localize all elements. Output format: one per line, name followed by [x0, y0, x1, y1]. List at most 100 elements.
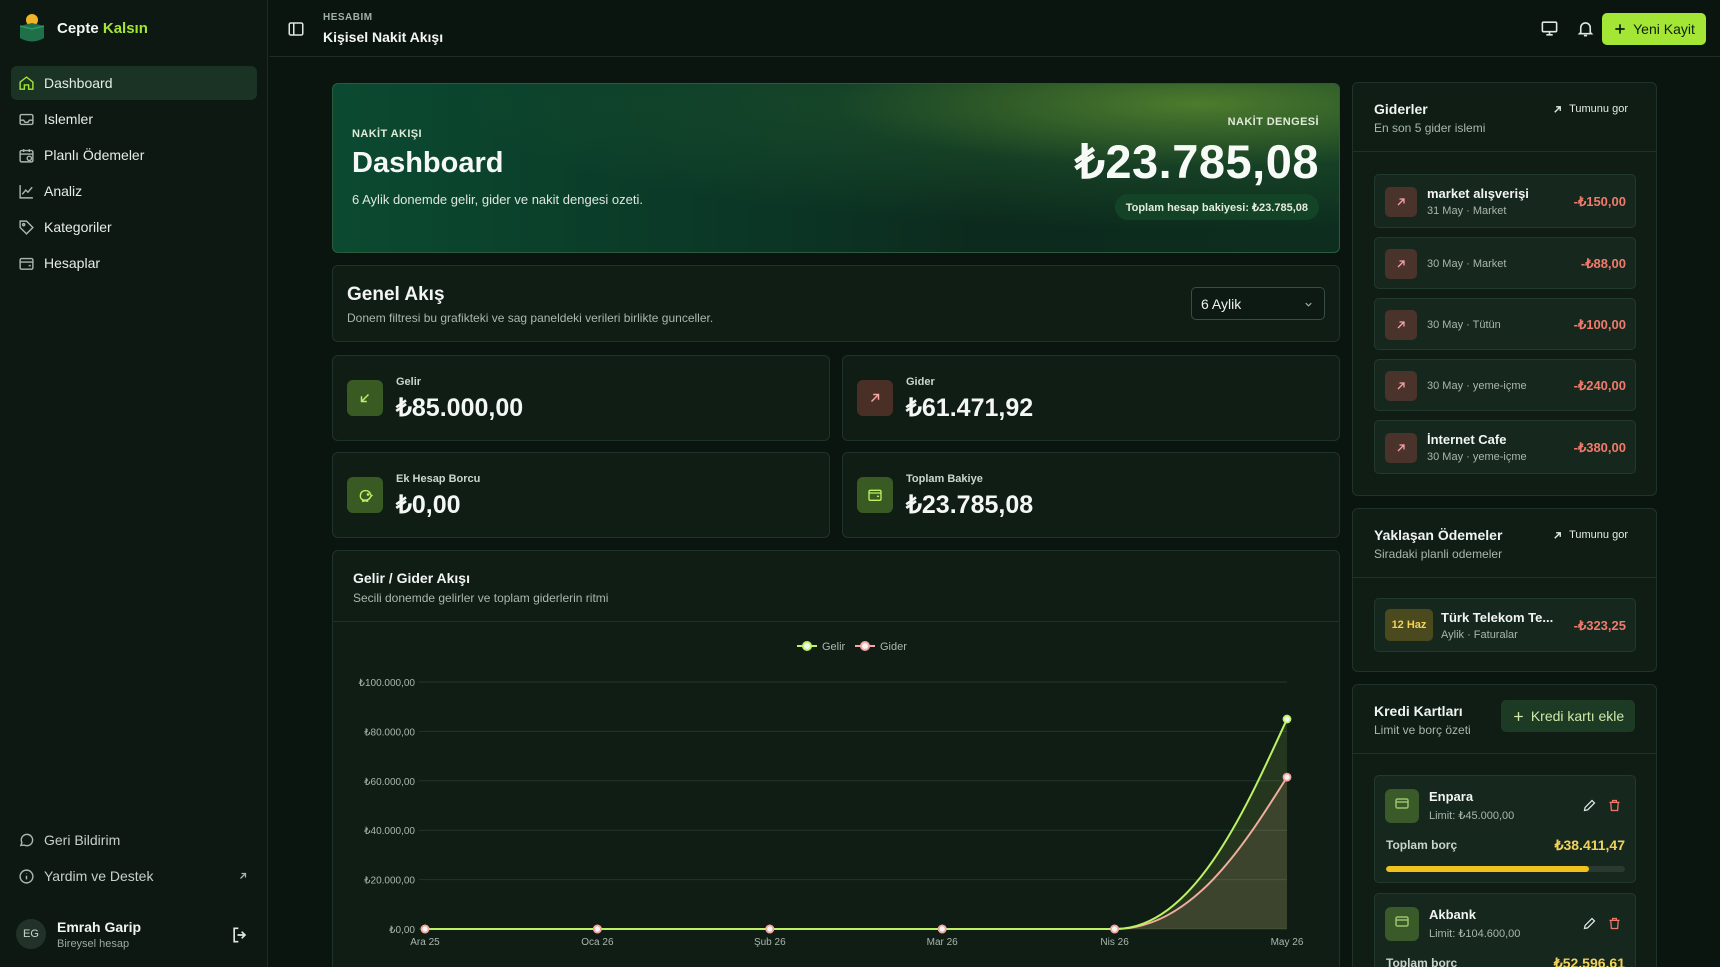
add-credit-card-label: Kredi kartı ekle	[1530, 708, 1625, 724]
payment-date-badge: 12 Haz	[1385, 609, 1433, 641]
upcoming-subtitle: Siradaki planli odemeler	[1374, 547, 1503, 561]
legend-marker	[802, 641, 812, 651]
legend-marker	[860, 641, 870, 651]
topbar: HESABIM Kişisel Nakit Akışı Yeni Kayit	[269, 0, 1720, 57]
piggy-bank-icon	[359, 489, 373, 502]
card-name: Akbank	[1429, 907, 1476, 922]
chart-title: Gelir / Gider Akışı	[353, 570, 470, 586]
breadcrumb: HESABIM	[323, 12, 373, 23]
credit-card-item[interactable]: Enpara Limit: ₺45.000,00 Toplam borç ₺38…	[1374, 775, 1636, 883]
upcoming-see-all-link[interactable]: Tumunu gor	[1552, 529, 1628, 541]
message-icon	[19, 833, 34, 846]
help-link[interactable]: Yardim ve Destek	[11, 859, 257, 893]
stat-label: Ek Hesap Borcu	[396, 473, 481, 485]
sidebar-item-label: Analiz	[44, 183, 83, 199]
period-select[interactable]: 6 Aylik	[1191, 287, 1325, 320]
balance-label: NAKİT DENGESİ	[1227, 116, 1319, 128]
hero-summary: NAKİT AKIŞI Dashboard 6 Aylik donemde ge…	[332, 83, 1340, 253]
panel-divider	[1353, 151, 1656, 152]
expense-name: market alışverişi	[1427, 186, 1529, 201]
expense-item[interactable]: İnternet Cafe 30 May · yeme-içme -₺380,0…	[1374, 420, 1636, 474]
sidebar-item-label: Islemler	[44, 111, 94, 127]
sidebar-item-hesaplar[interactable]: Hesaplar	[11, 246, 257, 280]
data-point	[1282, 714, 1292, 724]
expense-icon-box	[1385, 433, 1417, 463]
wallet-icon	[19, 257, 34, 270]
sidebar-bottom: Geri Bildirim Yardim ve Destek	[11, 823, 257, 895]
data-point	[592, 924, 602, 934]
expense-meta: 30 May · Market	[1427, 258, 1507, 270]
card-usage-bar	[1386, 866, 1625, 872]
expenses-panel: Giderler En son 5 gider islemi Tumunu go…	[1352, 82, 1657, 496]
see-all-label: Tumunu gor	[1569, 529, 1628, 541]
period-select-value: 6 Aylik	[1201, 295, 1242, 312]
panel-divider	[1353, 577, 1656, 578]
y-tick-label: ₺60.000,00	[364, 777, 415, 788]
stat-value: ₺0,00	[396, 491, 461, 519]
card-limit: Limit: ₺104.600,00	[1429, 928, 1521, 940]
arrow-up-right-icon	[1397, 321, 1405, 329]
sidebar-nav: Dashboard Islemler Planlı Ödemeler Anali…	[11, 66, 257, 282]
expense-name: İnternet Cafe	[1427, 432, 1507, 447]
hero-description: 6 Aylik donemde gelir, gider ve nakit de…	[352, 192, 643, 207]
sidebar-item-planli-odemeler[interactable]: Planlı Ödemeler	[11, 138, 257, 172]
stat-icon-box	[857, 477, 893, 513]
info-icon	[19, 868, 34, 884]
feedback-link[interactable]: Geri Bildirim	[11, 823, 257, 857]
user-profile[interactable]: EG Emrah Garip Bireysel hesap	[16, 916, 250, 952]
flow-title: Genel Akış	[347, 284, 445, 305]
arrow-up-right-icon	[870, 393, 880, 403]
legend-label: Gelir	[822, 641, 846, 653]
pencil-icon[interactable]	[1582, 798, 1597, 813]
arrow-up-right-icon	[1397, 444, 1405, 452]
stat-value: ₺61.471,92	[906, 394, 1034, 422]
credit-card-icon	[1385, 907, 1419, 941]
trash-icon[interactable]	[1607, 916, 1622, 931]
logout-icon[interactable]	[230, 925, 250, 945]
brand[interactable]: Cepte Kalsın	[17, 11, 148, 45]
cards-subtitle: Limit ve borç özeti	[1374, 723, 1471, 737]
stat-icon-box	[347, 380, 383, 416]
y-tick-label: ₺0,00	[389, 925, 415, 936]
hero-eyebrow: NAKİT AKIŞI	[352, 128, 422, 140]
sidebar-item-kategoriler[interactable]: Kategoriler	[11, 210, 257, 244]
monitor-icon[interactable]	[1540, 19, 1559, 38]
credit-card-icon	[1385, 789, 1419, 823]
brand-name-part1: Cepte	[57, 19, 99, 37]
brand-name: Cepte Kalsın	[57, 20, 148, 37]
data-point	[420, 924, 430, 934]
y-tick-label: ₺20.000,00	[364, 876, 415, 887]
wallet-icon	[868, 489, 882, 501]
stat-label: Gider	[906, 376, 935, 388]
expense-item[interactable]: 30 May · Market -₺88,00	[1374, 237, 1636, 289]
sidebar-item-analiz[interactable]: Analiz	[11, 174, 257, 208]
stat-label: Gelir	[396, 376, 422, 388]
calendar-icon	[19, 148, 34, 163]
expense-amount: -₺380,00	[1573, 440, 1626, 455]
panel-divider	[1353, 753, 1656, 754]
expense-item[interactable]: market alışverişi 31 May · Market -₺150,…	[1374, 174, 1636, 228]
stat-icon-box	[857, 380, 893, 416]
upcoming-item[interactable]: 12 Haz Türk Telekom Te... Aylik · Fatura…	[1374, 598, 1636, 652]
card-usage-fill	[1386, 866, 1590, 872]
pencil-icon[interactable]	[1582, 916, 1597, 931]
credit-card-item[interactable]: Akbank Limit: ₺104.600,00 Toplam borç ₺5…	[1374, 893, 1636, 967]
x-tick-label: Nis 26	[1100, 937, 1129, 948]
feedback-label: Geri Bildirim	[44, 832, 121, 848]
expense-item[interactable]: 30 May · Tütün -₺100,00	[1374, 298, 1636, 350]
expenses-subtitle: En son 5 gider islemi	[1374, 121, 1486, 135]
series-area	[425, 719, 1287, 929]
flow-header: Genel Akış Donem filtresi bu grafikteki …	[332, 265, 1340, 342]
expense-amount: -₺88,00	[1580, 256, 1626, 271]
hero-title: Dashboard	[352, 147, 504, 179]
sidebar-item-label: Kategoriler	[44, 219, 112, 235]
add-credit-card-button[interactable]: Kredi kartı ekle	[1501, 700, 1635, 732]
new-record-button[interactable]: Yeni Kayit	[1602, 13, 1706, 45]
trash-icon[interactable]	[1607, 798, 1622, 813]
expense-item[interactable]: 30 May · yeme-içme -₺240,00	[1374, 359, 1636, 411]
sidebar-item-dashboard[interactable]: Dashboard	[11, 66, 257, 100]
expenses-see-all-link[interactable]: Tumunu gor	[1552, 103, 1628, 115]
bell-icon[interactable]	[1576, 19, 1595, 38]
sidebar-item-islemler[interactable]: Islemler	[11, 102, 257, 136]
sidebar-toggle-icon[interactable]	[287, 20, 305, 38]
